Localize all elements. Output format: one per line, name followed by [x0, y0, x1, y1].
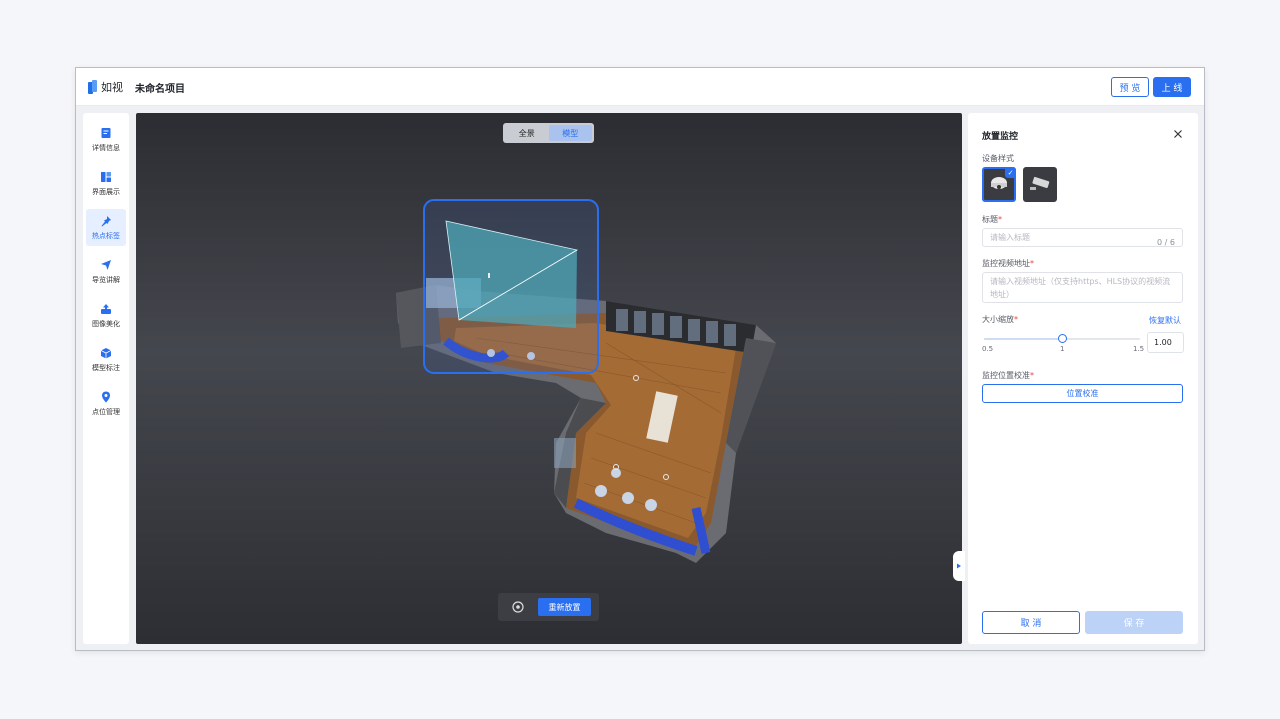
- panel-title: 放置监控: [982, 132, 1019, 142]
- logo-text: 如视: [101, 81, 123, 94]
- logo-icon: [88, 80, 97, 94]
- caret-right-icon: [957, 563, 961, 569]
- video-url-label: 监控视频地址*: [982, 259, 1034, 268]
- project-title: 未命名项目: [135, 84, 185, 95]
- save-button[interactable]: 保 存: [1085, 611, 1183, 634]
- floorplan-3d-model[interactable]: [136, 113, 962, 644]
- replace-button[interactable]: 重新放置: [538, 598, 591, 616]
- preview-button[interactable]: 预 览: [1111, 77, 1149, 97]
- model-viewer[interactable]: 全景 模型 重新放置: [136, 113, 962, 644]
- scale-slider-fill: [984, 338, 1062, 340]
- device-style-dome[interactable]: ✓: [982, 167, 1016, 202]
- device-style-bullet[interactable]: [1023, 167, 1057, 202]
- video-url-input[interactable]: 请输入视频地址（仅支持https、HLS协议的视频流地址）: [982, 272, 1183, 303]
- check-icon: ✓: [1005, 167, 1016, 178]
- close-icon[interactable]: [1173, 129, 1183, 139]
- calibration-label: 监控位置校准*: [982, 371, 1034, 380]
- bullet-camera-icon: [1030, 176, 1050, 190]
- device-style-label: 设备样式: [982, 154, 1014, 163]
- image-upload-icon: [101, 304, 111, 314]
- monitor-settings-panel: 放置监控 设备样式 ✓ 标题* 请输入标题 0 / 6 监控视频地址* 请输入视…: [968, 113, 1198, 644]
- sidebar-item-label: 模型标注: [92, 364, 120, 372]
- document-icon: [101, 128, 111, 138]
- sidebar-item-label: 详情信息: [92, 144, 120, 152]
- panel-collapse-handle[interactable]: [953, 551, 965, 581]
- scale-mid-label: 1: [1060, 345, 1065, 353]
- scale-max-label: 1.5: [1133, 345, 1145, 353]
- cube-icon: [100, 348, 112, 359]
- app-logo: 如视: [88, 79, 123, 95]
- video-url-placeholder: 请输入视频地址（仅支持https、HLS协议的视频流地址）: [990, 277, 1171, 299]
- title-label: 标题*: [982, 215, 1002, 224]
- sidebar-item-label: 界面展示: [92, 188, 120, 196]
- locate-target-icon[interactable]: [511, 600, 525, 614]
- sidebar-item-image-beautify[interactable]: 图像美化: [86, 297, 126, 334]
- scale-value-input[interactable]: 1.00: [1147, 332, 1184, 353]
- location-icon: [102, 391, 110, 403]
- sidebar-item-model-annotation[interactable]: 模型标注: [86, 341, 126, 378]
- scale-min-label: 0.5: [982, 345, 994, 353]
- cancel-button[interactable]: 取 消: [982, 611, 1080, 634]
- scale-slider-thumb[interactable]: [1058, 334, 1067, 343]
- restore-default-link[interactable]: 恢复默认: [1149, 315, 1181, 326]
- tab-panorama[interactable]: 全景: [505, 125, 549, 141]
- pin-icon: [101, 216, 111, 227]
- sidebar-item-points[interactable]: 点位管理: [86, 385, 126, 422]
- sidebar-item-label: 热点标签: [92, 232, 120, 240]
- sidebar: 详情信息 界面展示 热点标签 导览讲解 图像美化 模型标注 点位管理: [83, 113, 129, 644]
- sidebar-item-layout[interactable]: 界面展示: [86, 165, 126, 202]
- sidebar-item-tour[interactable]: 导览讲解: [86, 253, 126, 290]
- layout-icon: [101, 172, 111, 182]
- view-mode-toggle: 全景 模型: [503, 123, 594, 143]
- sidebar-item-label: 点位管理: [92, 408, 120, 416]
- app-window: 如视 未命名项目 预 览 上 线 详情信息 界面展示 热点标签 导览讲解 图像美…: [75, 67, 1205, 651]
- position-calibrate-button[interactable]: 位置校准: [982, 384, 1183, 403]
- top-bar: 如视 未命名项目 预 览 上 线: [76, 68, 1204, 106]
- sidebar-item-hotspots[interactable]: 热点标签: [86, 209, 126, 246]
- placement-toolbar: 重新放置: [498, 593, 599, 621]
- sidebar-item-details[interactable]: 详情信息: [86, 121, 126, 158]
- title-placeholder: 请输入标题: [990, 233, 1030, 242]
- title-char-counter: 0 / 6: [1157, 238, 1175, 247]
- scale-slider[interactable]: [984, 334, 1140, 343]
- sidebar-item-label: 导览讲解: [92, 276, 120, 284]
- tab-model[interactable]: 模型: [548, 125, 592, 141]
- scale-label: 大小缩放*: [982, 315, 1018, 324]
- publish-button[interactable]: 上 线: [1153, 77, 1191, 97]
- title-input[interactable]: 请输入标题 0 / 6: [982, 228, 1183, 247]
- send-icon: [101, 260, 111, 270]
- sidebar-item-label: 图像美化: [92, 320, 120, 328]
